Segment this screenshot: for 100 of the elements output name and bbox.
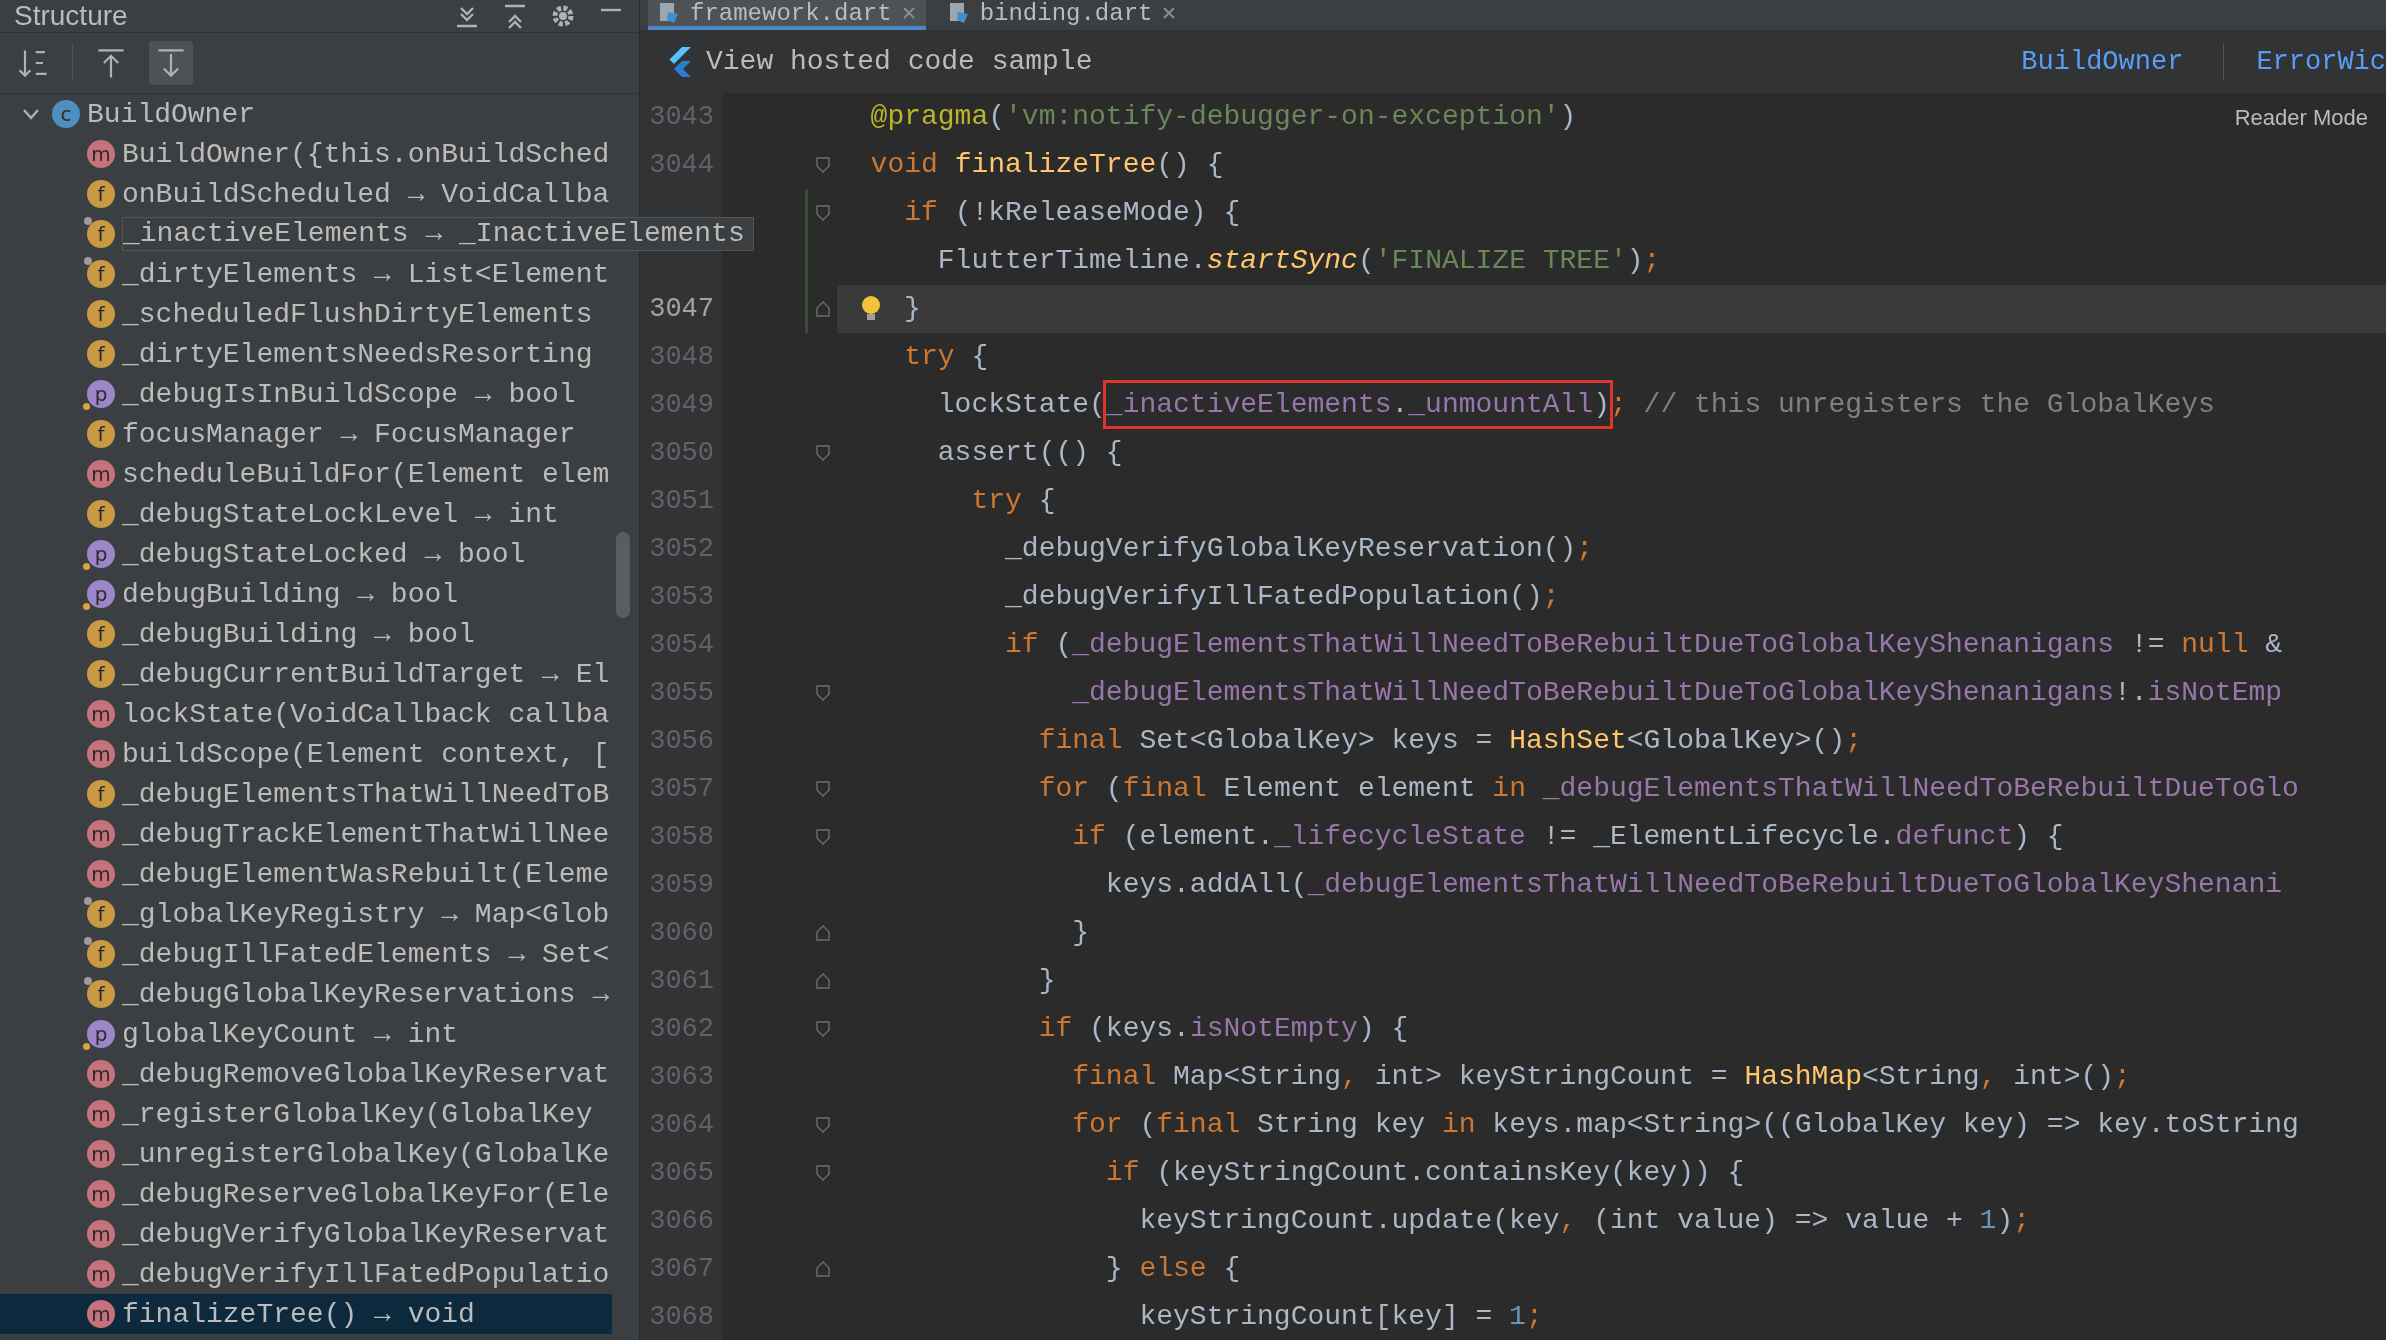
member-label: _unregisterGlobalKey(GlobalKe [122,1138,610,1170]
file-tab[interactable]: framework.dart [648,0,926,30]
code-line: if (keyStringCount.containsKey(key)) { [1104,1156,1745,1190]
code-line: void finalizeTree() { [869,148,1224,182]
tree-item[interactable]: p _debugIsInBuildScope → bool [0,374,639,414]
fold-icon[interactable] [815,156,831,174]
tree-item[interactable]: f onBuildScheduled → VoidCallba [0,174,639,214]
panel-title: Structure [14,0,129,32]
tree-item[interactable]: m buildScope(Element context, [ [0,734,639,774]
tree-item[interactable]: m _debugVerifyIllFatedPopulatio [0,1254,639,1294]
tree-item[interactable]: f _debugIllFatedElements → Set< [0,934,639,974]
field-icon: f [87,620,115,648]
code-line: final Set<GlobalKey> keys = HashSet<GlobalKey>(); [1037,724,1862,758]
member-label: lockState(VoidCallback callba [122,698,610,730]
tree-item[interactable]: m scheduleBuildFor(Element elem [0,454,639,494]
fold-icon[interactable] [815,300,831,318]
line-number: 3047 [649,294,714,324]
member-label: _debugElementsThatWillNeedToB [122,778,610,810]
fold-icon[interactable] [815,444,831,462]
breadcrumb-link[interactable]: BuildOwner [2021,46,2184,77]
tree-item[interactable]: f _debugBuilding → bool [0,614,639,654]
member-label: finalizeTree() → void [122,1298,475,1330]
tree-item[interactable]: m _unregisterGlobalKey(GlobalKe [0,1134,639,1174]
arrow-up-icon [97,49,125,79]
member-label: BuildOwner({this.onBuildSched [122,138,610,170]
tree-item[interactable]: m finalizeTree() → void [0,1294,612,1334]
fold-icon[interactable] [815,828,831,846]
field-icon: f [87,940,115,968]
code-line: _debugElementsThatWillNeedToBeRebuiltDueToGlobalKeyShenanigans!.isNotEmp [1071,676,2283,710]
code-line: _debugVerifyGlobalKeyReservation(); [1004,532,1594,566]
fold-icon[interactable] [815,1116,831,1134]
member-label: _scheduledFlushDirtyElements [122,298,593,330]
tree-item[interactable]: f _dirtyElementsNeedsResorting [0,334,639,374]
fold-icon[interactable] [815,1164,831,1182]
file-icon [947,2,970,24]
tree-item[interactable]: m lockState(VoidCallback callba [0,694,639,734]
scrollbar-thumb[interactable] [616,532,630,618]
tree-item[interactable]: m _debugReserveGlobalKeyFor(Ele [0,1174,639,1214]
code-line: FlutterTimeline.startSync('FINALIZE TREE'); [936,244,1661,278]
member-label: _debugRemoveGlobalKeyReservat [122,1058,610,1090]
modifier-dot [83,603,90,610]
method-icon: m [87,1060,115,1088]
field-icon: f [87,500,115,528]
tree-item[interactable]: f _debugStateLockLevel → int [0,494,639,534]
arrow-down-icon [157,49,185,78]
code-line: } [904,292,921,326]
field-icon: f [87,660,115,688]
tree-item[interactable]: m _registerGlobalKey(GlobalKey [0,1094,639,1134]
tree-item[interactable]: f _debugElementsThatWillNeedToB [0,774,639,814]
fold-icon[interactable] [815,924,831,942]
fold-icon[interactable] [815,780,831,798]
member-label: _debugReserveGlobalKeyFor(Ele [122,1178,610,1210]
property-icon: p [87,380,115,408]
tree-item[interactable]: f _globalKeyRegistry → Map<Glob [0,894,639,934]
tree-item[interactable]: c BuildOwner [0,94,639,134]
close-icon[interactable] [1162,6,1177,20]
tree-item[interactable]: f _scheduledFlushDirtyElements [0,294,639,334]
fold-icon[interactable] [815,684,831,702]
tree-item[interactable]: m _debugVerifyGlobalKeyReservat [0,1214,639,1254]
member-label: _debugStateLocked → bool [122,538,526,570]
tree-item[interactable]: f _debugGlobalKeyReservations → [0,974,639,1014]
scroll-to-button[interactable] [149,41,193,85]
banner-text[interactable]: View hosted code sample [706,46,2022,77]
fold-icon[interactable] [815,972,831,990]
field-icon: f [87,780,115,808]
tree-item[interactable]: p globalKeyCount → int [0,1014,639,1054]
tree-item[interactable]: f focusManager → FocusManager [0,414,639,454]
field-icon: f [87,900,115,928]
breadcrumb-link[interactable]: ErrorWic [2256,46,2386,77]
code-line: final Map<String, int> keyStringCount = HashMap<String, int>(); [1071,1060,2131,1094]
method-icon: m [87,460,115,488]
field-icon: f [87,220,115,248]
tree-item[interactable]: m _debugElementWasRebuilt(Eleme [0,854,639,894]
method-icon: m [87,1100,115,1128]
tree-item[interactable]: m BuildOwner({this.onBuildSched [0,134,639,174]
member-label: focusManager → FocusManager [122,418,576,450]
tree-item[interactable]: p debugBuilding → bool [0,574,639,614]
file-icon [658,2,680,24]
code-line: try { [903,340,989,374]
code-line: keyStringCount[key] = 1; [1138,1300,1543,1334]
fold-icon[interactable] [815,1260,831,1278]
tree-item[interactable]: f _debugCurrentBuildTarget → El [0,654,639,694]
close-icon[interactable] [901,6,916,20]
file-tab[interactable]: binding.dart [937,0,1187,30]
tree-item[interactable]: p _debugStateLocked → bool [0,534,639,574]
member-label: _globalKeyRegistry → Map<Glob [122,898,610,930]
code-line: } [1071,916,1090,950]
fold-icon[interactable] [815,1020,831,1038]
member-label: scheduleBuildFor(Element elem [122,458,610,490]
tree-item[interactable]: m _debugTrackElementThatWillNee [0,814,639,854]
code-line: _debugVerifyIllFatedPopulation(); [1004,580,1560,614]
method-icon: m [87,140,115,168]
fold-icon[interactable] [815,204,831,222]
lightbulb-icon[interactable] [859,295,882,323]
member-label: _debugTrackElementThatWillNee [122,818,610,850]
tree-item[interactable]: m _debugRemoveGlobalKeyReservat [0,1054,639,1094]
property-icon: p [87,580,115,608]
modifier-dot [83,403,90,410]
tree-item[interactable]: f _dirtyElements → List<Element [0,254,639,294]
member-label: _debugElementWasRebuilt(Eleme [122,858,610,890]
